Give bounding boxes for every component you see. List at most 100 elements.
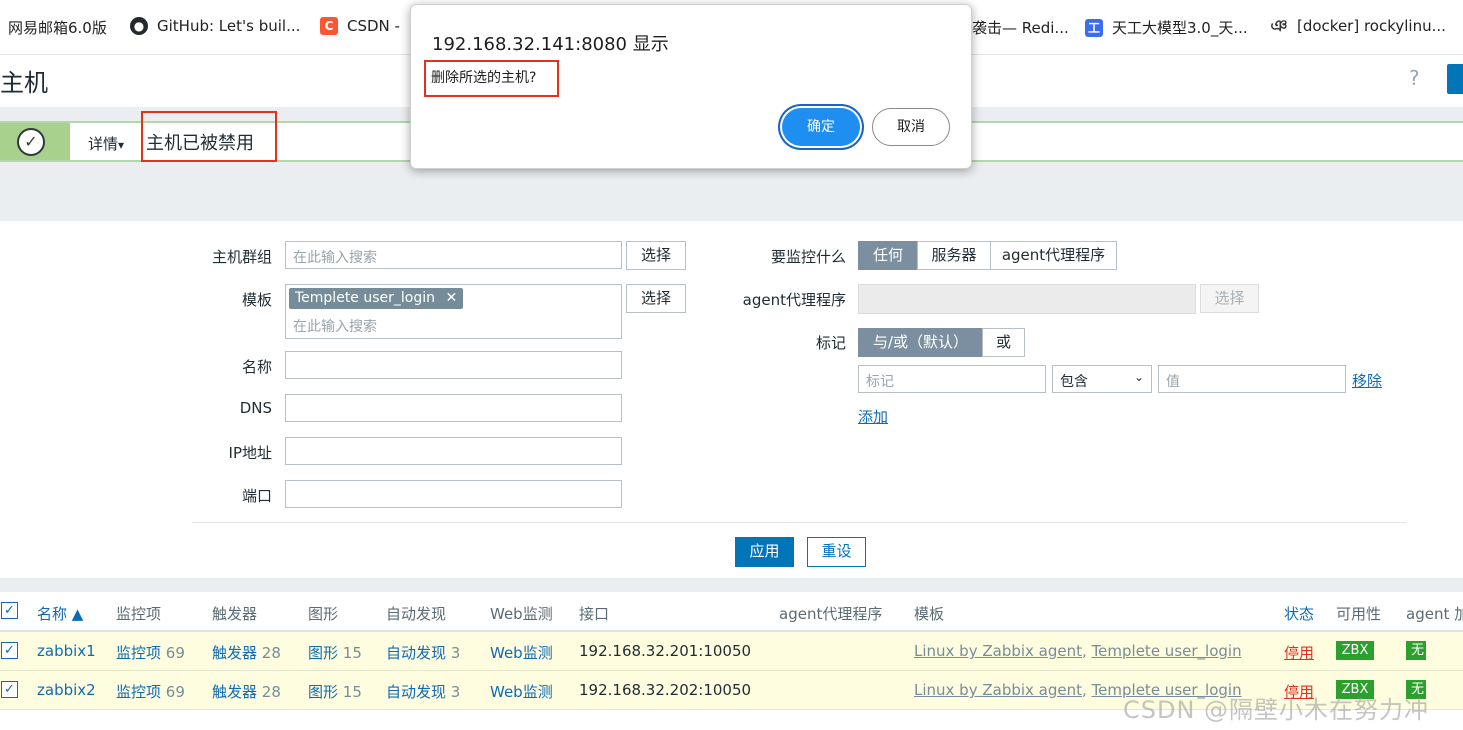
- col-encryption: agent 加: [1406, 605, 1463, 623]
- monitored-by-any[interactable]: 任何: [858, 241, 918, 270]
- tag-name-input[interactable]: 标记: [858, 365, 1046, 393]
- bookmark-label: CSDN -: [347, 17, 400, 35]
- bookmark-tiangong[interactable]: 工 天工大模型3.0_天...: [1085, 17, 1248, 38]
- col-web: Web监测: [490, 605, 553, 623]
- tag-operator-select[interactable]: 包含 ⌄: [1052, 365, 1152, 393]
- availability-badge: ZBX: [1336, 641, 1374, 660]
- tag-add-link[interactable]: 添加: [858, 406, 888, 427]
- caret-down-icon: ▾: [118, 138, 125, 152]
- monitored-by-server[interactable]: 服务器: [917, 241, 991, 270]
- template-separator: ,: [1082, 642, 1092, 660]
- ip-label: IP地址: [228, 444, 272, 462]
- template-link[interactable]: Linux by Zabbix agent: [914, 642, 1082, 660]
- reset-button[interactable]: 重设: [807, 537, 866, 567]
- help-icon[interactable]: ?: [1409, 66, 1420, 90]
- check-circle-icon: ✓: [17, 128, 45, 156]
- bookmark-label: GitHub: Let's buil...: [157, 17, 301, 35]
- bookmark-netease-mail[interactable]: 网易邮箱6.0版: [8, 17, 107, 38]
- col-graphs: 图形: [308, 605, 339, 623]
- port-input[interactable]: [285, 480, 622, 508]
- chevron-down-icon: ⌄: [1133, 370, 1144, 384]
- row-checkbox[interactable]: ✓: [1, 681, 18, 698]
- details-toggle[interactable]: 详情▾: [88, 133, 124, 154]
- host-group-input[interactable]: 在此输入搜索: [285, 241, 622, 269]
- bookmark-github[interactable]: ● GitHub: Let's buil...: [130, 17, 300, 35]
- ok-button[interactable]: 确定: [782, 108, 860, 146]
- csdn-icon: C: [320, 17, 338, 35]
- highlight-box: [424, 60, 559, 97]
- bookmark-docker[interactable]: ঞ [docker] rockylinu...: [1270, 17, 1446, 35]
- tag-value-input[interactable]: 值: [1158, 365, 1346, 393]
- triggers-count: 28: [261, 644, 281, 662]
- tag-remove-link[interactable]: 移除: [1352, 370, 1382, 391]
- monitored-by-proxy[interactable]: agent代理程序: [990, 241, 1117, 270]
- triggers-link[interactable]: 触发器: [212, 644, 257, 662]
- watermark: CSDN @隔壁小木在努力冲: [1123, 696, 1430, 724]
- discovery-count: 3: [450, 644, 461, 662]
- template-search-placeholder: 在此输入搜索: [293, 319, 377, 335]
- graphs-cell: 图形 15: [308, 642, 362, 663]
- template-select-button[interactable]: 选择: [626, 284, 686, 313]
- triggers-count: 28: [261, 683, 281, 701]
- row-checkbox[interactable]: ✓: [1, 642, 18, 659]
- status-link[interactable]: 停用: [1284, 642, 1314, 663]
- proxy-label: agent代理程序: [742, 291, 846, 309]
- col-triggers: 触发器: [212, 605, 258, 623]
- graphs-link[interactable]: 图形: [308, 644, 338, 662]
- ip-input[interactable]: [285, 437, 622, 465]
- discovery-link[interactable]: 自动发现: [386, 683, 446, 701]
- graphs-link[interactable]: 图形: [308, 683, 338, 701]
- bookmark-csdn[interactable]: C CSDN -: [320, 17, 400, 35]
- template-label: 模板: [241, 291, 272, 309]
- bookmark-label: [docker] rockylinu...: [1297, 17, 1446, 35]
- host-name-link[interactable]: zabbix1: [37, 642, 96, 660]
- bookmark-redis[interactable]: 袭击— Redi...: [972, 17, 1069, 38]
- template-multiselect[interactable]: Templete user_login ✕ 在此输入搜索: [285, 284, 622, 339]
- monitored-by-label: 要监控什么: [770, 248, 846, 266]
- select-all-checkbox[interactable]: ✓: [1, 602, 18, 619]
- interface-cell: 192.168.32.201:10050: [579, 642, 752, 660]
- table-separator: [0, 578, 1463, 592]
- cancel-button[interactable]: 取消: [872, 108, 950, 146]
- tags-and-or[interactable]: 与/或（默认）: [858, 328, 983, 357]
- remove-tag-icon[interactable]: ✕: [445, 290, 457, 306]
- template-tag: Templete user_login ✕: [289, 288, 464, 309]
- bookmark-label: 天工大模型3.0_天...: [1112, 19, 1248, 37]
- graphs-cell: 图形 15: [308, 681, 362, 702]
- triggers-link[interactable]: 触发器: [212, 683, 257, 701]
- message-status: ✓: [0, 123, 70, 160]
- tag-operator-value: 包含: [1060, 374, 1088, 390]
- col-items: 监控项: [116, 605, 162, 623]
- name-label: 名称: [241, 358, 272, 376]
- items-link[interactable]: 监控项: [116, 683, 161, 701]
- items-link[interactable]: 监控项: [116, 644, 161, 662]
- create-host-button[interactable]: [1447, 64, 1463, 94]
- details-label: 详情: [88, 135, 119, 153]
- template-link[interactable]: Templete user_login: [1092, 642, 1242, 660]
- tiangong-icon: 工: [1085, 18, 1103, 37]
- host-name-link[interactable]: zabbix2: [37, 681, 96, 699]
- templates-cell: Linux by Zabbix agent, Templete user_log…: [914, 642, 1242, 660]
- bookmark-label: 袭击— Redi...: [972, 19, 1069, 37]
- items-count: 69: [165, 644, 185, 662]
- apply-button[interactable]: 应用: [735, 537, 794, 567]
- template-tag-label: Templete user_login: [295, 290, 436, 306]
- name-input[interactable]: [285, 351, 622, 379]
- triggers-cell: 触发器 28: [212, 642, 281, 663]
- dns-input[interactable]: [285, 394, 622, 422]
- col-status[interactable]: 状态: [1284, 603, 1314, 624]
- web-link[interactable]: Web监测: [490, 642, 553, 663]
- host-group-select-button[interactable]: 选择: [626, 241, 686, 270]
- dns-label: DNS: [239, 399, 272, 417]
- col-interface: 接口: [579, 605, 610, 623]
- github-icon: ●: [130, 17, 148, 35]
- template-link[interactable]: Linux by Zabbix agent: [914, 681, 1082, 699]
- web-link[interactable]: Web监测: [490, 681, 553, 702]
- encryption-badge: 无: [1406, 641, 1426, 660]
- tags-or[interactable]: 或: [982, 328, 1025, 357]
- col-discovery: 自动发现: [386, 605, 447, 623]
- discovery-link[interactable]: 自动发现: [386, 644, 446, 662]
- col-name[interactable]: 名称 ▲: [37, 603, 83, 624]
- discovery-cell: 自动发现 3: [386, 642, 460, 663]
- port-label: 端口: [241, 487, 272, 505]
